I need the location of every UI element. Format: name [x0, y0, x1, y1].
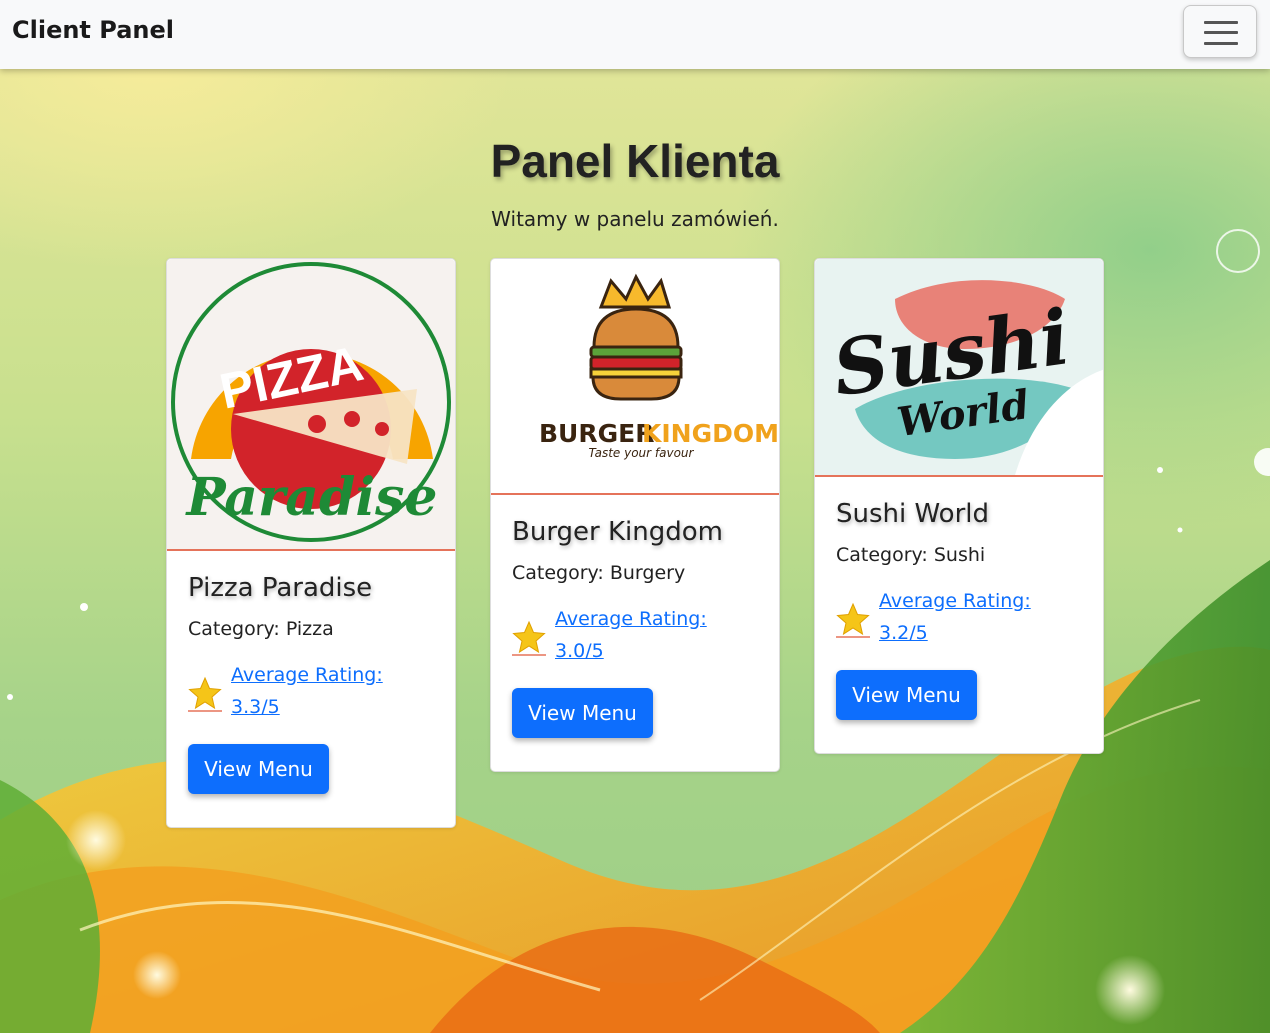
- rating-label: Average Rating:: [555, 608, 707, 630]
- restaurant-category: Category: Pizza: [188, 618, 334, 640]
- rating-value: 3.0/5: [555, 640, 604, 662]
- star-icon: [188, 676, 222, 712]
- restaurant-card: BURGER KINGDOM Taste your favour Burger …: [490, 258, 780, 772]
- top-navbar: Client Panel: [0, 0, 1270, 69]
- average-rating-link[interactable]: Average Rating: 3.2/5: [879, 585, 1079, 649]
- view-menu-button[interactable]: View Menu: [836, 670, 977, 720]
- average-rating-link[interactable]: Average Rating: 3.0/5: [555, 603, 755, 667]
- burger-kingdom-logo: BURGER KINGDOM Taste your favour: [491, 259, 779, 495]
- restaurant-category: Category: Burgery: [512, 562, 686, 584]
- pizza-paradise-logo: PIZZA Paradise: [167, 259, 455, 551]
- rating-label: Average Rating:: [879, 590, 1031, 612]
- restaurant-card: Sushi World Sushi World Category: Sushi …: [814, 258, 1104, 754]
- burger-logo-tagline: Taste your favour: [589, 446, 695, 460]
- rating-row: Average Rating: 3.0/5: [512, 603, 758, 675]
- restaurant-name: Burger Kingdom: [512, 517, 723, 547]
- sushi-world-logo: Sushi World: [815, 259, 1103, 477]
- rating-label: Average Rating:: [231, 664, 383, 686]
- navbar-brand[interactable]: Client Panel: [12, 16, 174, 44]
- average-rating-link[interactable]: Average Rating: 3.3/5: [231, 659, 431, 723]
- star-icon: [512, 620, 546, 656]
- menu-toggle-button[interactable]: [1183, 5, 1257, 58]
- restaurant-category: Category: Sushi: [836, 544, 986, 566]
- rating-row: Average Rating: 3.2/5: [836, 585, 1082, 657]
- page-title: Panel Klienta: [490, 135, 780, 187]
- restaurant-name: Pizza Paradise: [188, 573, 373, 603]
- restaurant-name: Sushi World: [836, 499, 990, 529]
- burger-logo-word2: KINGDOM: [642, 419, 779, 448]
- view-menu-button[interactable]: View Menu: [188, 744, 329, 794]
- view-menu-button[interactable]: View Menu: [512, 688, 653, 738]
- page-subtitle: Witamy w panelu zamówień.: [491, 207, 779, 231]
- rating-row: Average Rating: 3.3/5: [188, 659, 434, 731]
- rating-value: 3.2/5: [879, 622, 928, 644]
- paradise-logo-text: Paradise: [185, 467, 438, 528]
- rating-value: 3.3/5: [231, 696, 280, 718]
- burger-logo-word1: BURGER: [539, 419, 654, 448]
- star-icon: [836, 602, 870, 638]
- restaurant-card: PIZZA Paradise Pizza Paradise Category: …: [166, 258, 456, 828]
